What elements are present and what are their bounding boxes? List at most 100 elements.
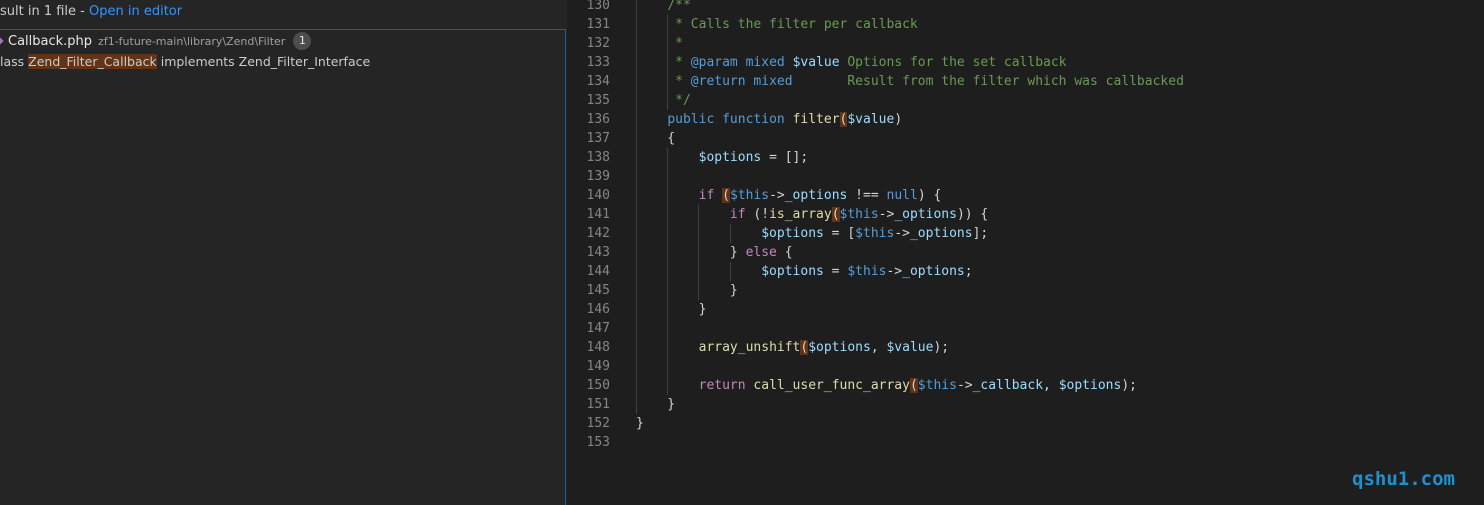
- code-token: ->: [769, 188, 785, 203]
- code-text: * @param mixed $value Options for the se…: [636, 53, 1067, 72]
- code-text: if ($this->_options !== null) {: [636, 186, 941, 205]
- code-token: }: [636, 302, 707, 317]
- line-number: 147: [586, 321, 610, 336]
- code-token: ,: [1043, 378, 1059, 393]
- code-token: *: [636, 36, 683, 51]
- code-token: _options: [902, 264, 965, 279]
- code-text: array_unshift($options, $value);: [636, 338, 949, 357]
- file-result-row[interactable]: Callback.php zf1-future-main\library\Zen…: [0, 31, 312, 51]
- code-line[interactable]: 138 $options = [];: [567, 148, 1484, 167]
- code-line[interactable]: 131 * Calls the filter per callback: [567, 15, 1484, 34]
- code-token: $this: [917, 378, 957, 393]
- code-line[interactable]: 147: [567, 319, 1484, 338]
- file-path: zf1-future-main\library\Zend\Filter: [98, 34, 286, 48]
- code-token: _options: [784, 188, 848, 203]
- line-number: 144: [586, 264, 610, 279]
- line-number: 132: [586, 36, 610, 51]
- code-token: )) {: [956, 207, 989, 222]
- line-number: 140: [586, 188, 610, 203]
- code-text: }: [636, 395, 675, 414]
- code-line[interactable]: 153: [567, 433, 1484, 452]
- line-number: 142: [586, 226, 610, 241]
- code-token: $options: [698, 150, 762, 165]
- line-number: 139: [586, 169, 610, 184]
- code-token: $this: [855, 226, 895, 241]
- code-line[interactable]: 149: [567, 357, 1484, 376]
- results-tree: Callback.php zf1-future-main\library\Zen…: [0, 29, 566, 505]
- code-line[interactable]: 152}: [567, 414, 1484, 433]
- code-line[interactable]: 142 $options = [$this->_options];: [567, 224, 1484, 243]
- code-line[interactable]: 148 array_unshift($options, $value);: [567, 338, 1484, 357]
- code-line[interactable]: 136 public function filter($value): [567, 110, 1484, 129]
- search-results-panel: sult in 1 file - Open in editor Callback…: [0, 0, 567, 505]
- code-token: (: [909, 378, 918, 393]
- line-number: 148: [586, 340, 610, 355]
- code-token: ,: [870, 340, 887, 355]
- code-token: *: [636, 74, 691, 89]
- indent-guide: [667, 319, 669, 338]
- code-line[interactable]: 143 } else {: [567, 243, 1484, 262]
- code-text: public function filter($value): [636, 110, 902, 129]
- code-token: if: [698, 188, 715, 203]
- code-token: _callback: [972, 378, 1044, 393]
- code-token: filter: [792, 112, 840, 127]
- code-token: !==: [847, 188, 887, 203]
- code-line[interactable]: 150 return call_user_func_array($this->_…: [567, 376, 1484, 395]
- code-token: ->: [894, 226, 910, 241]
- code-token: ) {: [917, 188, 942, 203]
- code-token: }: [636, 245, 746, 260]
- code-token: }: [636, 397, 676, 412]
- code-token: mixed: [745, 55, 785, 70]
- code-line[interactable]: 133 * @param mixed $value Options for th…: [567, 53, 1484, 72]
- line-number: 137: [586, 131, 610, 146]
- line-number: 130: [586, 0, 610, 13]
- code-token: array_unshift: [698, 340, 801, 355]
- code-line[interactable]: 135 */: [567, 91, 1484, 110]
- code-line[interactable]: 139: [567, 167, 1484, 186]
- code-token: Result from the filter which was callbac…: [792, 74, 1184, 89]
- code-line[interactable]: 144 $options = $this->_options;: [567, 262, 1484, 281]
- line-number: 150: [586, 378, 610, 393]
- code-token: $this: [847, 264, 887, 279]
- code-text: return call_user_func_array($this->_call…: [636, 376, 1137, 395]
- code-line[interactable]: 137 {: [567, 129, 1484, 148]
- code-editor[interactable]: 130 /** 131 * Calls the filter per callba…: [567, 0, 1484, 505]
- code-token: @return: [690, 74, 746, 89]
- code-text: $options = $this->_options;: [636, 262, 972, 281]
- code-line[interactable]: 146 }: [567, 300, 1484, 319]
- code-token: );: [1121, 378, 1137, 393]
- code-line[interactable]: 151 }: [567, 395, 1484, 414]
- code-token: =: [823, 264, 848, 279]
- code-line[interactable]: 132 *: [567, 34, 1484, 53]
- code-line[interactable]: 130 /**: [567, 0, 1484, 15]
- code-line[interactable]: 140 if ($this->_options !== null) {: [567, 186, 1484, 205]
- open-in-editor-link[interactable]: Open in editor: [89, 4, 182, 19]
- match-suffix: implements Zend_Filter_Interface: [156, 54, 371, 69]
- code-token: ->: [886, 264, 903, 279]
- match-highlight: Zend_Filter_Callback: [28, 54, 157, 69]
- code-line[interactable]: 141 if (!is_array($this->_options)) {: [567, 205, 1484, 224]
- code-token: = [: [823, 226, 856, 241]
- code-token: */: [636, 93, 691, 108]
- line-number: 146: [586, 302, 610, 317]
- code-token: return: [698, 378, 746, 393]
- line-number: 135: [586, 93, 610, 108]
- indent-guide: [636, 167, 637, 186]
- code-token: Options for the set callback: [839, 55, 1067, 70]
- code-text: }: [636, 414, 644, 433]
- code-token: *: [636, 55, 691, 70]
- code-line[interactable]: 134 * @return mixed Result from the filt…: [567, 72, 1484, 91]
- match-result-row[interactable]: lass Zend_Filter_Callback implements Zen…: [0, 52, 370, 72]
- code-line[interactable]: 145 }: [567, 281, 1484, 300]
- line-number: 152: [586, 416, 610, 431]
- code-text: }: [636, 300, 707, 319]
- code-token: else: [745, 245, 777, 260]
- code-text: $options = [];: [636, 148, 809, 167]
- code-token: if: [729, 207, 746, 222]
